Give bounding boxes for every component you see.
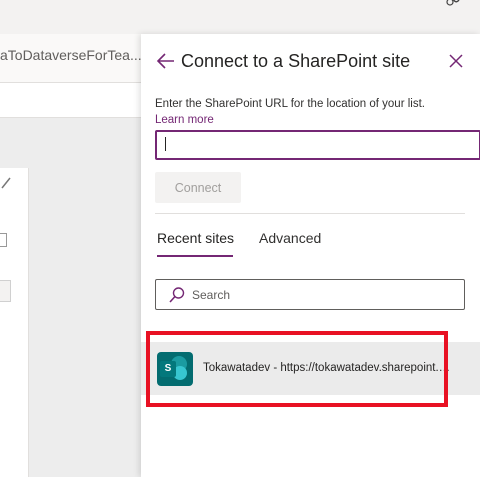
divider: [155, 213, 465, 214]
sharepoint-icon: S: [157, 352, 193, 386]
panel-title: Connect to a SharePoint site: [181, 51, 411, 71]
app-top-bar: [0, 0, 480, 34]
search-icon: [168, 286, 186, 304]
close-icon[interactable]: [446, 51, 466, 71]
recent-site-label: Tokawatadev - https://tokawatadev.sharep…: [203, 362, 453, 374]
recent-site-item[interactable]: S Tokawatadev - https://tokawatadev.shar…: [141, 342, 480, 395]
tab-advanced[interactable]: Advanced: [259, 230, 321, 246]
clipboard-icon[interactable]: [0, 233, 7, 247]
learn-more-link[interactable]: Learn more: [155, 114, 214, 126]
search-input[interactable]: Search: [155, 279, 465, 310]
search-placeholder: Search: [192, 288, 231, 302]
app-title: aToDataverseForTea...: [0, 47, 142, 63]
copilot-icon[interactable]: [444, 0, 464, 10]
background-control: [0, 280, 11, 302]
url-instruction: Enter the SharePoint URL for the locatio…: [155, 98, 425, 110]
connect-button[interactable]: Connect: [155, 172, 241, 203]
selected-tab-indicator: [157, 255, 233, 257]
connect-sharepoint-panel: Connect to a SharePoint site Enter the S…: [141, 34, 480, 477]
sharepoint-url-input[interactable]: [155, 130, 480, 160]
edit-icon[interactable]: [0, 176, 12, 193]
tab-recent-sites[interactable]: Recent sites: [157, 230, 234, 246]
screen: aToDataverseForTea... Connect to a Share…: [0, 0, 480, 477]
left-panel: [0, 168, 29, 477]
text-caret: [165, 137, 166, 151]
back-arrow-icon[interactable]: [155, 50, 177, 72]
